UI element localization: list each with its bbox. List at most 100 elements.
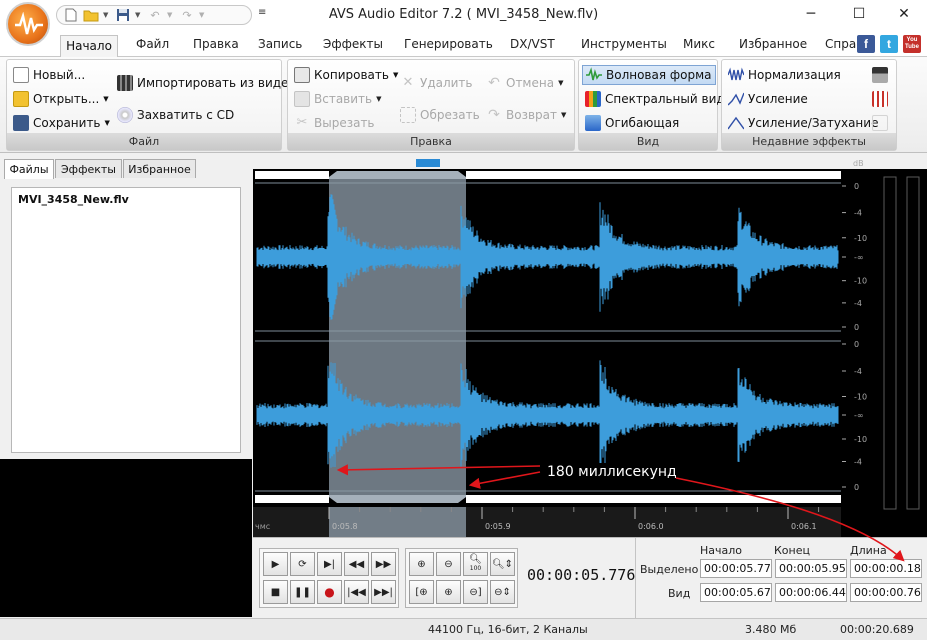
app-title: AVS Audio Editor 7.2 (328, 7, 463, 22)
chevron-down-icon: ▼ (392, 71, 399, 79)
open-folder-icon[interactable] (83, 7, 99, 23)
amplify-button[interactable]: Усиление (727, 89, 808, 109)
time-tick-label: 0:06.1 (791, 522, 817, 531)
delete-button[interactable]: ✕ Удалить (400, 73, 473, 93)
equalizer-icon[interactable] (872, 65, 892, 85)
audio-format: 44100 Гц, 16-бит, 2 Каналы (428, 623, 588, 636)
level-meter-right (906, 176, 920, 510)
zoom-out-icon[interactable]: ⊖ (436, 552, 461, 576)
tab-file[interactable]: Файл (136, 37, 169, 51)
spectral-view-button[interactable]: Спектральный вид (585, 89, 725, 109)
mixer-icon[interactable] (872, 89, 892, 109)
view-length-field[interactable]: 00:00:00.766 (850, 583, 922, 602)
waveform-view-button[interactable]: Волновая форма (582, 65, 716, 85)
normalize-icon (727, 67, 745, 83)
undo-icon[interactable]: ↶ (147, 7, 163, 23)
db-tick-label: -10 (854, 277, 867, 286)
play-button[interactable]: ▶ (263, 552, 288, 576)
go-to-end-button[interactable]: ▶▶| (371, 580, 396, 604)
minimize-button[interactable]: ─ (788, 0, 834, 28)
trim-button[interactable]: Обрезать (400, 105, 480, 125)
overview-bar (253, 157, 927, 169)
undo-icon: ↶ (488, 75, 500, 91)
transport-panel: ▶ ⟳ ▶| ◀◀ ▶▶ ■ ❚❚ ● |◀◀ ▶▶| ⊕ ⊖ 🔍︎ 100 🔍︎… (253, 537, 927, 619)
loop-play-button[interactable]: ⟳ (290, 552, 315, 576)
effect-placeholder-icon[interactable] (872, 113, 892, 133)
open-button[interactable]: Открыть... ▼ (13, 89, 109, 109)
panel-tab-effects[interactable]: Эффекты (55, 159, 122, 178)
redo-button[interactable]: ↷ Возврат ▼ (486, 105, 566, 125)
db-tick-label: -∞ (854, 253, 864, 262)
selection-end-field[interactable]: 00:00:05.955 (775, 559, 847, 578)
tab-effects[interactable]: Эффекты (323, 37, 383, 51)
app-logo-icon[interactable] (6, 2, 50, 46)
playback-controls: ▶ ⟳ ▶| ◀◀ ▶▶ ■ ❚❚ ● |◀◀ ▶▶| (259, 548, 399, 608)
view-start-field[interactable]: 00:00:05.679 (700, 583, 772, 602)
paste-button[interactable]: Вставить ▼ (294, 89, 382, 109)
tab-home[interactable]: Начало (60, 35, 118, 58)
new-file-icon[interactable] (63, 7, 79, 23)
zoom-all-icon[interactable]: 🔍︎⇕ (490, 552, 515, 576)
chevron-down-icon: ▼ (376, 95, 382, 103)
undo-button[interactable]: ↶ Отмена ▼ (486, 73, 563, 93)
new-file-icon (13, 67, 29, 83)
db-unit-label: dB (853, 159, 864, 168)
left-panel: Файлы Эффекты Избранное MVI_3458_New.flv (0, 155, 252, 617)
twitter-icon[interactable]: t (880, 35, 898, 53)
panel-tab-files[interactable]: Файлы (4, 159, 54, 179)
tab-record[interactable]: Запись (258, 37, 302, 51)
file-list-item[interactable]: MVI_3458_New.flv (18, 193, 129, 206)
normalize-button[interactable]: Нормализация (727, 65, 841, 85)
save-dropdown-icon[interactable]: ▼ (135, 11, 143, 19)
fade-button[interactable]: Усиление/Затухание (727, 113, 878, 133)
zoom-selection-icon[interactable]: [⊕ (409, 580, 434, 604)
envelope-icon (585, 115, 601, 131)
cut-button[interactable]: ✂ Вырезать (294, 113, 375, 133)
zoom-in-icon[interactable]: ⊕ (409, 552, 434, 576)
zoom-fit-icon[interactable]: ⊖] (463, 580, 488, 604)
go-to-start-button[interactable]: |◀◀ (344, 580, 369, 604)
selection-length-field[interactable]: 00:00:00.180 (850, 559, 922, 578)
new-button[interactable]: Новый... (13, 65, 85, 85)
play-to-end-button[interactable]: ▶| (317, 552, 342, 576)
scissors-icon: ✂ (296, 115, 308, 130)
customize-toolbar-icon[interactable]: ≡ (258, 7, 266, 18)
save-icon[interactable] (115, 7, 131, 23)
selection-start-field[interactable]: 00:00:05.776 (700, 559, 772, 578)
chevron-down-icon: ▼ (561, 111, 567, 119)
undo-dropdown-icon[interactable]: ▼ (167, 11, 175, 19)
save-button[interactable]: Сохранить ▼ (13, 113, 110, 133)
close-button[interactable]: ✕ (881, 0, 927, 28)
tab-favorites[interactable]: Избранное (739, 37, 807, 51)
tab-tools[interactable]: Инструменты (581, 37, 667, 51)
db-tick-label: -4 (854, 299, 862, 308)
panel-tab-favorites[interactable]: Избранное (123, 159, 196, 178)
fast-forward-button[interactable]: ▶▶ (371, 552, 396, 576)
capture-cd-button[interactable]: Захватить с CD (117, 105, 234, 125)
import-video-button[interactable]: Импортировать из видео (117, 73, 296, 93)
maximize-button[interactable]: ☐ (836, 0, 882, 28)
rewind-button[interactable]: ◀◀ (344, 552, 369, 576)
tab-mix[interactable]: Микс (683, 37, 715, 51)
stop-button[interactable]: ■ (263, 580, 288, 604)
record-button[interactable]: ● (317, 580, 342, 604)
pause-button[interactable]: ❚❚ (290, 580, 315, 604)
zoom-in-vertical-icon[interactable]: ⊕ (436, 580, 461, 604)
db-tick-label: 0 (854, 340, 859, 349)
tab-generate[interactable]: Генерировать (404, 37, 493, 51)
view-end-field[interactable]: 00:00:06.445 (775, 583, 847, 602)
open-dropdown-icon[interactable]: ▼ (103, 11, 111, 19)
facebook-icon[interactable]: f (857, 35, 875, 53)
zoom-100-icon[interactable]: 🔍︎ 100 (463, 552, 488, 576)
tab-edit[interactable]: Правка (193, 37, 239, 51)
copy-button[interactable]: Копировать ▼ (294, 65, 398, 85)
zoom-controls: ⊕ ⊖ 🔍︎ 100 🔍︎⇕ [⊕ ⊕ ⊖] ⊖⇕ (405, 548, 518, 608)
redo-dropdown-icon[interactable]: ▼ (199, 11, 207, 19)
tab-dx-vst[interactable]: DX/VST (510, 37, 555, 51)
zoom-vertical-icon[interactable]: ⊖⇕ (490, 580, 515, 604)
youtube-icon[interactable]: You Tube (903, 35, 921, 53)
redo-icon[interactable]: ↷ (179, 7, 195, 23)
view-row-label: Вид (668, 587, 691, 600)
ribbon-group-view: Волновая форма Спектральный вид Огибающа… (578, 59, 725, 151)
envelope-view-button[interactable]: Огибающая (585, 113, 679, 133)
